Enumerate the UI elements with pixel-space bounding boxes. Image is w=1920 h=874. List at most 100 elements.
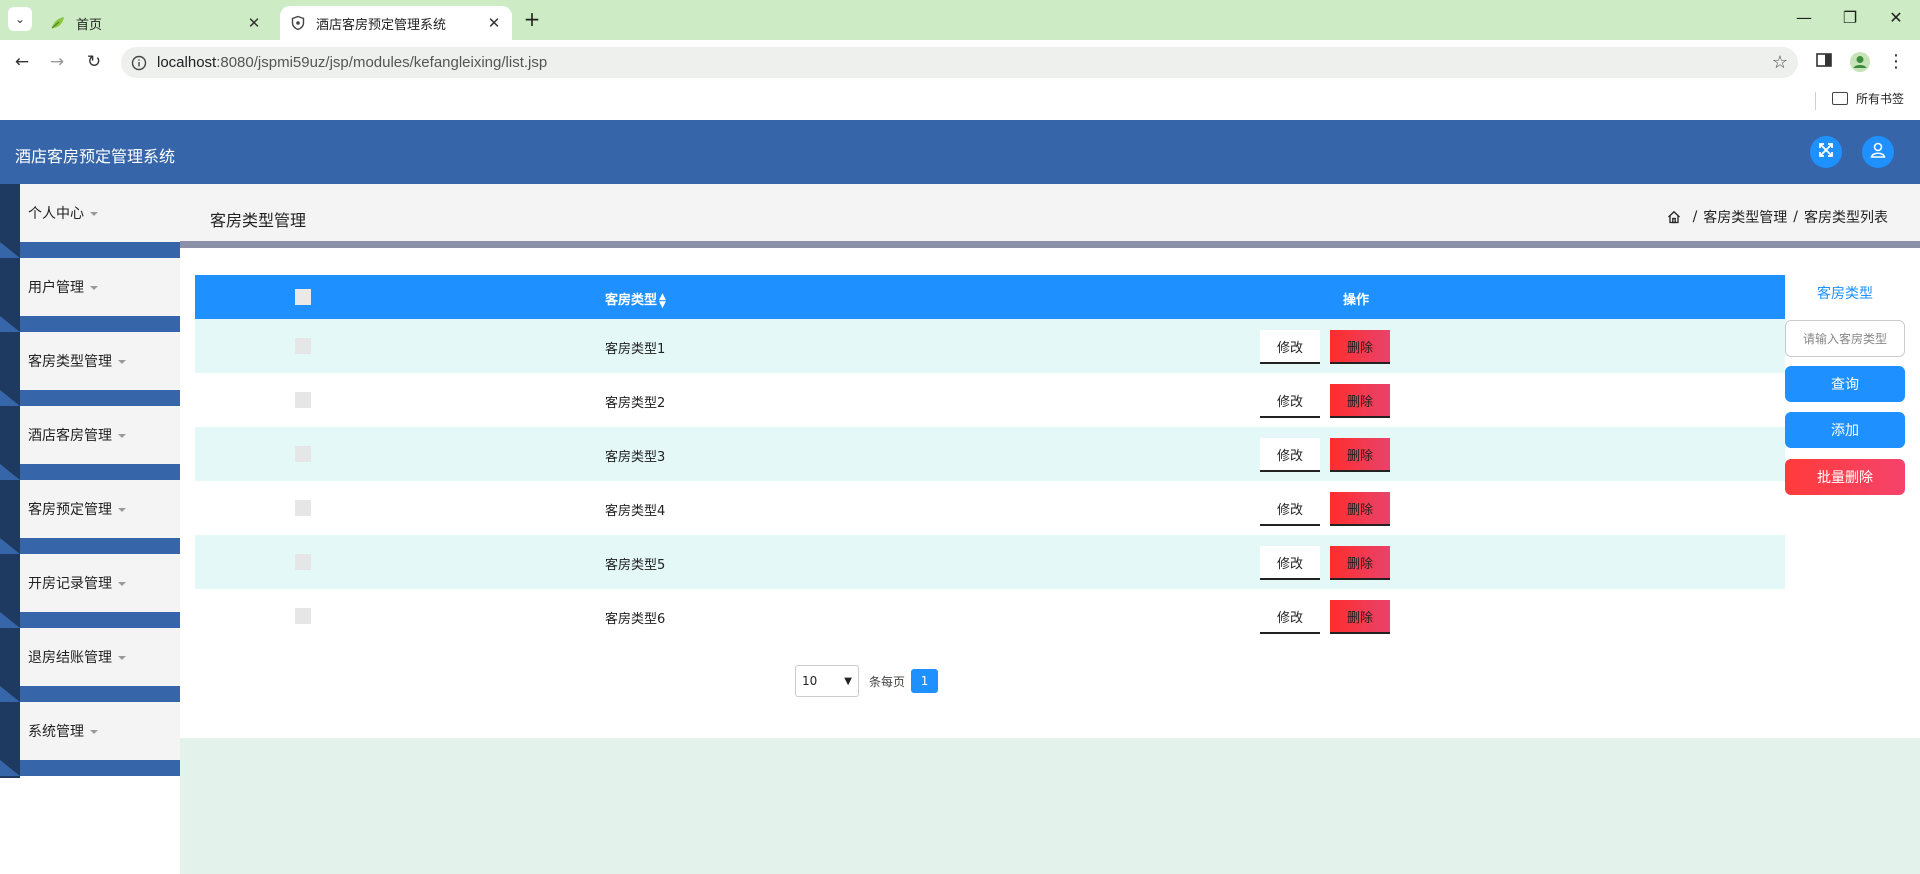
room-type-cell: 客房类型4 (605, 504, 666, 519)
pagination: 10 ▼ 条每页 1 (795, 665, 939, 697)
delete-button[interactable]: 删除 (1330, 384, 1390, 418)
breadcrumb-separator: / (1692, 209, 1698, 225)
caret-down-icon (90, 286, 98, 290)
search-label: 客房类型 (1817, 286, 1873, 302)
table-header: 客房类型 ▲ ▼ 操作 (195, 275, 1785, 319)
room-type-cell: 客房类型2 (605, 396, 666, 411)
more-menu-icon[interactable]: ⋮ (1884, 51, 1908, 75)
fullscreen-button[interactable] (1810, 136, 1842, 168)
row-checkbox[interactable] (295, 338, 311, 354)
edit-button[interactable]: 修改 (1260, 492, 1320, 526)
caret-down-icon (118, 656, 126, 660)
page-header (180, 184, 1920, 241)
menu-divider (0, 612, 180, 628)
edit-button[interactable]: 修改 (1260, 330, 1320, 364)
room-type-cell: 客房类型5 (605, 558, 666, 573)
page-size-select[interactable]: 10 ▼ (795, 665, 859, 697)
room-type-cell: 客房类型3 (605, 450, 666, 465)
app-header (0, 120, 1920, 184)
table-row: 客房类型1 修改 删除 (195, 319, 1785, 373)
bookmarks-label: 所有书签 (1856, 92, 1905, 106)
sidebar-item-label: 开房记录管理 (28, 576, 112, 592)
sidebar-toggle-icon[interactable] (1812, 51, 1836, 75)
edit-button[interactable]: 修改 (1260, 546, 1320, 580)
forward-icon[interactable]: → (43, 50, 71, 74)
row-checkbox[interactable] (295, 554, 311, 570)
back-icon[interactable]: ← (8, 50, 36, 74)
folder-icon (1832, 92, 1848, 105)
row-checkbox[interactable] (295, 392, 311, 408)
sidebar-item-label: 退房结账管理 (28, 650, 112, 666)
browser-tab-home[interactable]: 首页 ✕ (40, 6, 272, 40)
bookmark-star-icon[interactable]: ☆ (1772, 52, 1788, 73)
breadcrumb: / 客房类型管理 / 客房类型列表 (1667, 207, 1888, 227)
home-icon[interactable] (1667, 210, 1681, 224)
page-size-value: 10 (802, 674, 818, 688)
site-info-icon[interactable] (131, 55, 147, 71)
sidebar-item-checkin-records[interactable]: 开房记录管理 (20, 554, 180, 612)
browser-tab-active[interactable]: 酒店客房预定管理系统 ✕ (280, 6, 512, 40)
delete-button[interactable]: 删除 (1330, 546, 1390, 580)
page-number-button[interactable]: 1 (911, 669, 939, 693)
restore-icon[interactable]: ❐ (1830, 8, 1870, 32)
batch-delete-button[interactable]: 批量删除 (1785, 459, 1905, 495)
sidebar-item-room-types[interactable]: 客房类型管理 (20, 332, 180, 390)
delete-button[interactable]: 删除 (1330, 438, 1390, 472)
close-icon[interactable]: ✕ (482, 14, 506, 32)
sidebar-item-users[interactable]: 用户管理 (20, 258, 180, 316)
delete-button[interactable]: 删除 (1330, 330, 1390, 364)
select-all-checkbox[interactable] (295, 289, 311, 305)
close-icon[interactable]: ✕ (242, 14, 266, 32)
tab-search-icon[interactable]: ⌄ (8, 7, 32, 31)
column-header-op: 操作 (1343, 293, 1370, 308)
room-type-table: 客房类型 ▲ ▼ 操作 客房类型1 修改 删除 客房类型2 修改 删除 客房类型3 … (195, 275, 1785, 643)
row-checkbox[interactable] (295, 500, 311, 516)
shield-icon (290, 15, 306, 31)
menu-divider (0, 464, 180, 480)
column-header-type[interactable]: 客房类型 ▲ ▼ (605, 289, 666, 309)
caret-down-icon (118, 434, 126, 438)
table-row: 客房类型4 修改 删除 (195, 481, 1785, 535)
reload-icon[interactable]: ↻ (80, 50, 108, 74)
sidebar-item-reservations[interactable]: 客房预定管理 (20, 480, 180, 538)
row-checkbox[interactable] (295, 608, 311, 624)
sidebar-item-label: 酒店客房管理 (28, 428, 112, 444)
sidebar-item-checkout[interactable]: 退房结账管理 (20, 628, 180, 686)
sidebar-item-label: 系统管理 (28, 724, 84, 740)
edit-button[interactable]: 修改 (1260, 600, 1320, 634)
menu-divider (0, 686, 180, 702)
per-page-label: 条每页 (869, 674, 906, 689)
user-icon (1869, 141, 1887, 163)
add-button[interactable]: 添加 (1785, 412, 1905, 448)
delete-button[interactable]: 删除 (1330, 600, 1390, 634)
row-checkbox[interactable] (295, 446, 311, 462)
search-input[interactable]: 请输入客房类型 (1785, 320, 1905, 357)
query-button[interactable]: 查询 (1785, 366, 1905, 402)
leaf-icon (50, 15, 66, 31)
sort-icon[interactable]: ▲ ▼ (659, 292, 666, 309)
new-tab-icon[interactable]: + (520, 8, 544, 32)
breadcrumb-item[interactable]: 客房类型管理 (1703, 207, 1787, 227)
table-row: 客房类型5 修改 删除 (195, 535, 1785, 589)
edit-button[interactable]: 修改 (1260, 384, 1320, 418)
url-input[interactable]: localhost:8080/jspmi59uz/jsp/modules/kef… (121, 47, 1798, 78)
bookmark-bar (0, 84, 1920, 120)
edit-button[interactable]: 修改 (1260, 438, 1320, 472)
profile-icon[interactable] (1848, 51, 1872, 75)
sidebar-item-personal-center[interactable]: 个人中心 (20, 184, 180, 242)
sidebar-item-system[interactable]: 系统管理 (20, 702, 180, 760)
header-divider (180, 241, 1920, 248)
tab-title: 首页 (76, 17, 103, 33)
bookmark-divider (1815, 92, 1816, 110)
room-type-cell: 客房类型6 (605, 612, 666, 627)
menu-divider (0, 760, 180, 776)
menu-divider (0, 538, 180, 554)
user-button[interactable] (1862, 136, 1894, 168)
menu-divider (0, 390, 180, 406)
caret-down-icon (90, 212, 98, 216)
all-bookmarks-button[interactable]: 所有书签 (1832, 90, 1904, 107)
sidebar-item-rooms[interactable]: 酒店客房管理 (20, 406, 180, 464)
minimize-icon[interactable]: — (1784, 8, 1824, 32)
window-close-icon[interactable]: ✕ (1876, 8, 1916, 32)
delete-button[interactable]: 删除 (1330, 492, 1390, 526)
